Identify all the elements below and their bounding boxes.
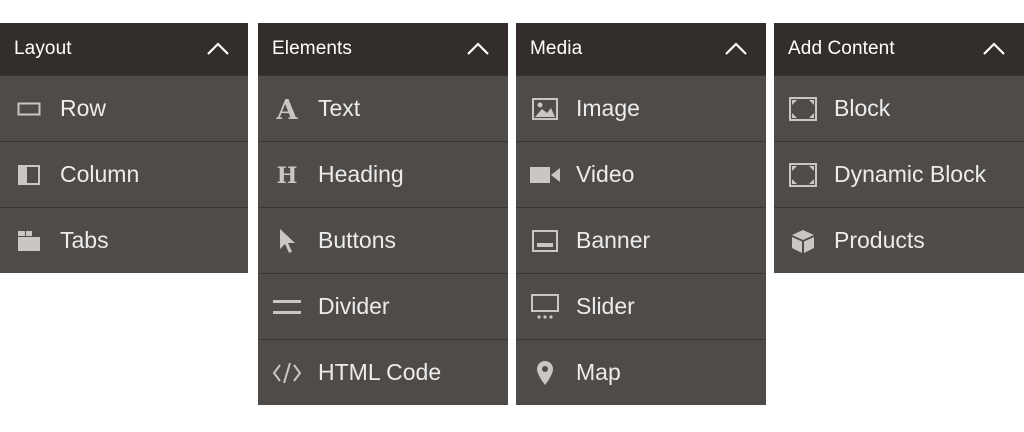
chevron-up-icon[interactable] [982,37,1006,61]
add-content-panel-header[interactable]: Add Content [774,23,1024,75]
products-icon [788,226,818,256]
elements-item-heading[interactable]: H Heading [258,141,508,207]
media-item-label: Image [576,95,640,121]
banner-icon [530,226,560,256]
elements-item-label: Text [318,95,361,121]
column-icon [14,160,44,190]
media-item-slider[interactable]: Slider [516,273,766,339]
add-content-item-label: Block [834,95,891,121]
media-item-label: Slider [576,293,635,319]
layout-item-row[interactable]: Row [0,75,248,141]
block-icon [788,94,818,124]
elements-item-label: Divider [318,293,390,319]
elements-item-divider[interactable]: Divider [258,273,508,339]
chevron-up-icon[interactable] [206,37,230,61]
add-content-panel-title: Add Content [788,38,895,59]
text-icon: A [272,94,302,124]
elements-panel-header[interactable]: Elements [258,23,508,75]
media-item-image[interactable]: Image [516,75,766,141]
add-content-item-products[interactable]: Products [774,207,1024,273]
layout-item-label: Row [60,95,107,121]
add-content-panel: Add Content Block Dynamic Block Products [774,23,1024,273]
media-item-map[interactable]: Map [516,339,766,405]
add-content-item-dynamic-block[interactable]: Dynamic Block [774,141,1024,207]
elements-item-text[interactable]: A Text [258,75,508,141]
video-icon [530,160,560,190]
add-content-item-label: Products [834,227,925,253]
elements-item-label: HTML Code [318,359,442,385]
layout-item-column[interactable]: Column [0,141,248,207]
heading-icon: H [272,160,302,190]
layout-item-tabs[interactable]: Tabs [0,207,248,273]
elements-item-label: Heading [318,161,404,187]
elements-panel: Elements A Text H Heading Buttons Divide… [258,23,508,405]
add-content-item-label: Dynamic Block [834,161,987,187]
elements-item-html-code[interactable]: HTML Code [258,339,508,405]
media-panel: Media Image Video Banner Slider Map [516,23,766,405]
pointer-icon [272,226,302,256]
layout-item-label: Column [60,161,140,187]
media-item-label: Map [576,359,621,385]
media-panel-header[interactable]: Media [516,23,766,75]
layout-panel: Layout Row Column Tabs [0,23,248,273]
row-icon [14,94,44,124]
code-icon [272,358,302,388]
tabs-icon [14,226,44,256]
media-panel-title: Media [530,38,583,59]
page-builder-panels: Layout Row Column Tabs Elements A Text H… [0,0,1024,432]
dynamic-block-icon [788,160,818,190]
elements-panel-title: Elements [272,38,353,59]
elements-item-buttons[interactable]: Buttons [258,207,508,273]
layout-item-label: Tabs [60,227,109,253]
image-icon [530,94,560,124]
media-item-video[interactable]: Video [516,141,766,207]
media-item-banner[interactable]: Banner [516,207,766,273]
elements-item-label: Buttons [318,227,396,253]
media-item-label: Banner [576,227,651,253]
map-pin-icon [530,358,560,388]
add-content-item-block[interactable]: Block [774,75,1024,141]
media-item-label: Video [576,161,635,187]
divider-icon [272,292,302,322]
layout-panel-title: Layout [14,38,72,59]
svg-text:A: A [276,95,299,123]
layout-panel-header[interactable]: Layout [0,23,248,75]
chevron-up-icon[interactable] [724,37,748,61]
svg-text:H: H [277,163,298,188]
slider-icon [530,292,560,322]
chevron-up-icon[interactable] [466,37,490,61]
